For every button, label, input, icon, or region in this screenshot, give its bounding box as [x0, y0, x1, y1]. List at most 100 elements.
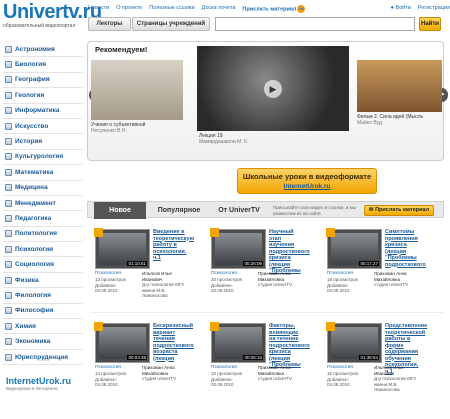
site-logo[interactable]: Univertv.ru образовательный видеопортал: [3, 2, 102, 34]
nav-send-material-link[interactable]: Прислать материал 24: [242, 5, 306, 15]
video-duration: 00:26:06: [243, 260, 263, 266]
sidebar-item-math[interactable]: Математика: [3, 165, 83, 181]
register-link[interactable]: Регистрация: [418, 5, 450, 15]
video-duration: 01:10:51: [127, 260, 147, 266]
sidebar-item-label: Менеджмент: [15, 199, 56, 207]
video-meta: 13 просмотров Добавлен: 02.09.2010: [95, 277, 140, 294]
nav-links-link[interactable]: Полезные ссылки: [149, 5, 194, 15]
login-link[interactable]: ● Войти: [391, 5, 411, 15]
search-button[interactable]: Найти: [419, 17, 441, 31]
author-info: студия UniverTV: [142, 376, 177, 381]
sidebar-item-philology[interactable]: Филология: [3, 288, 83, 304]
chemistry-icon: [5, 322, 12, 330]
recommended-item-3[interactable]: Фильм 2. Сила идей (Мысль Майкл Вуд: [357, 114, 442, 126]
sidebar-item-economics[interactable]: Экономика: [3, 334, 83, 350]
video-added: Добавлен: 02.09.2010: [327, 376, 350, 388]
video-card[interactable]: 01:10:51 Введение в теоретическую работу…: [94, 228, 194, 319]
sidebar-item-medicine[interactable]: Медицина: [3, 181, 83, 196]
sidebar-item-physics[interactable]: Физика: [3, 273, 83, 289]
sidebar-item-label: Юриспруденция: [15, 353, 68, 361]
lecturers-tab[interactable]: Лекторы: [88, 17, 131, 31]
sidebar-item-pedagogy[interactable]: Педагогика: [3, 211, 83, 227]
recommended-thumb-3[interactable]: [357, 60, 442, 112]
video-card[interactable]: 00:17:27 Симптомы проявления кризиса (ле…: [326, 228, 426, 319]
video-card[interactable]: 00:26:06 Научный этап изучения подростко…: [210, 228, 310, 319]
send-material-label: Прислать материал: [375, 207, 430, 213]
video-duration: 00:03:38: [127, 354, 147, 360]
nav-news-link[interactable]: Новости: [88, 5, 109, 15]
sidebar-item-art[interactable]: Искусство: [3, 119, 83, 135]
geology-icon: [5, 91, 12, 99]
video-title[interactable]: Научный этап изучения подросткового криз…: [269, 229, 310, 275]
internet-urok-tagline: Видеоуроки в Интернете: [6, 386, 58, 391]
philosophy-icon: [5, 307, 12, 315]
video-thumbnail[interactable]: 01:38:54: [326, 322, 382, 363]
sidebar-item-biology[interactable]: Биология: [3, 57, 83, 73]
sidebar-item-law[interactable]: Юриспруденция: [3, 350, 83, 366]
recommended-item-1[interactable]: Учение о субъективной Носуленко В.Н.: [91, 122, 183, 134]
video-title[interactable]: Бескризисный вариант течения подростково…: [153, 323, 194, 362]
video-author[interactable]: Прихожан Анна Михайловна студия UniverTV: [374, 271, 418, 288]
internet-urok-banner[interactable]: Школьные уроки в видеоформате InternetUr…: [237, 168, 377, 194]
video-author[interactable]: Прихожан Анна Михайловна студия UniverTV: [258, 271, 302, 288]
recommended-item-2[interactable]: Лекция 19 Мамардашвили М. К.: [199, 133, 349, 145]
sidebar-item-astronomy[interactable]: Астрономия: [3, 42, 83, 58]
internet-urok-logo[interactable]: InternetUrok.ru Видеоуроки в Интернете: [6, 376, 82, 404]
search-input[interactable]: [215, 17, 415, 31]
author-name: Ильясов Илья Иванович: [142, 271, 172, 282]
sidebar-item-label: Культурология: [15, 153, 64, 161]
sidebar-item-sociology[interactable]: Социология: [3, 257, 83, 273]
recommended-item-author: Майкл Вуд: [357, 120, 382, 126]
video-title[interactable]: Симптомы проявления кризиса (лекция "Про…: [385, 229, 426, 268]
video-thumbnail[interactable]: 00:17:27: [326, 228, 382, 269]
sidebar-item-label: Педагогика: [15, 214, 52, 222]
sidebar-item-politology[interactable]: Политология: [3, 227, 83, 243]
sidebar-item-culturology[interactable]: Культурология: [3, 150, 83, 166]
video-card[interactable]: 01:38:54 Представление теоретической раб…: [326, 322, 427, 413]
video-card[interactable]: 00:05:16 Факторы, влияющие на течение по…: [210, 322, 310, 413]
video-author[interactable]: Прихожан Анна Михайловна студия UniverTV: [258, 365, 302, 382]
author-info: студия UniverTV: [374, 282, 409, 287]
new-corner-icon: [326, 228, 335, 237]
sidebar-item-psychology[interactable]: Психология: [3, 242, 83, 258]
tab-popular[interactable]: Популярное: [148, 202, 210, 219]
banner-link[interactable]: InternetUrok.ru: [238, 183, 376, 190]
send-material-button[interactable]: ✉ Прислать материал: [364, 205, 434, 216]
nav-about-link[interactable]: О проекте: [116, 5, 142, 15]
video-meta: 10 просмотров Добавлен: 02.09.2010: [211, 371, 256, 388]
video-card[interactable]: 00:03:38 Бескризисный вариант течения по…: [94, 322, 194, 413]
mail-icon: ✉: [368, 207, 374, 213]
recommended-thumb-1[interactable]: [91, 60, 183, 120]
physics-icon: [5, 276, 12, 284]
video-author[interactable]: Прихожан Анна Михайловна студия UniverTV: [142, 365, 186, 382]
philology-icon: [5, 291, 12, 299]
institutions-tab[interactable]: Страницы учреждений: [132, 17, 210, 31]
astronomy-icon: [5, 45, 12, 53]
sidebar-item-label: Социология: [15, 261, 54, 269]
author-name: Прихожан Анна Михайловна: [374, 271, 407, 282]
sidebar-item-geography[interactable]: География: [3, 73, 83, 89]
sidebar-item-management[interactable]: Менеджмент: [3, 196, 83, 212]
nav-honor-board-link[interactable]: Доска почета: [202, 5, 236, 15]
sidebar-item-label: Филология: [15, 291, 51, 299]
nav-spacer: [312, 5, 383, 15]
sidebar-item-history[interactable]: История: [3, 134, 83, 150]
sidebar-item-label: Математика: [15, 168, 54, 176]
video-thumbnail[interactable]: 00:03:38: [94, 322, 150, 363]
video-thumbnail[interactable]: 01:10:51: [94, 228, 150, 269]
sidebar-item-informatics[interactable]: Информатика: [3, 104, 83, 119]
sidebar-item-chemistry[interactable]: Химия: [3, 319, 83, 335]
video-thumbnail[interactable]: 00:26:06: [210, 228, 266, 269]
top-navigation: Новости О проекте Полезные ссылки Доска …: [88, 5, 450, 15]
video-author[interactable]: Ильясов Илья Иванович Д-р психологии МГУ …: [374, 365, 418, 393]
video-title[interactable]: Факторы, влияющие на течение подростково…: [269, 323, 310, 369]
tab-new[interactable]: Новое: [94, 202, 146, 219]
tab-from-univertv[interactable]: От UniverTV: [210, 202, 268, 219]
video-thumbnail[interactable]: 00:05:16: [210, 322, 266, 363]
video-title[interactable]: Введение в теоретическую работу в психол…: [153, 229, 194, 262]
video-author[interactable]: Ильясов Илья Иванович Д-р психологии МГУ …: [142, 271, 186, 299]
play-icon[interactable]: ▶: [264, 80, 282, 98]
sidebar-item-philosophy[interactable]: Философия: [3, 304, 83, 320]
medicine-icon: [5, 184, 12, 192]
sidebar-item-geology[interactable]: Геология: [3, 88, 83, 104]
